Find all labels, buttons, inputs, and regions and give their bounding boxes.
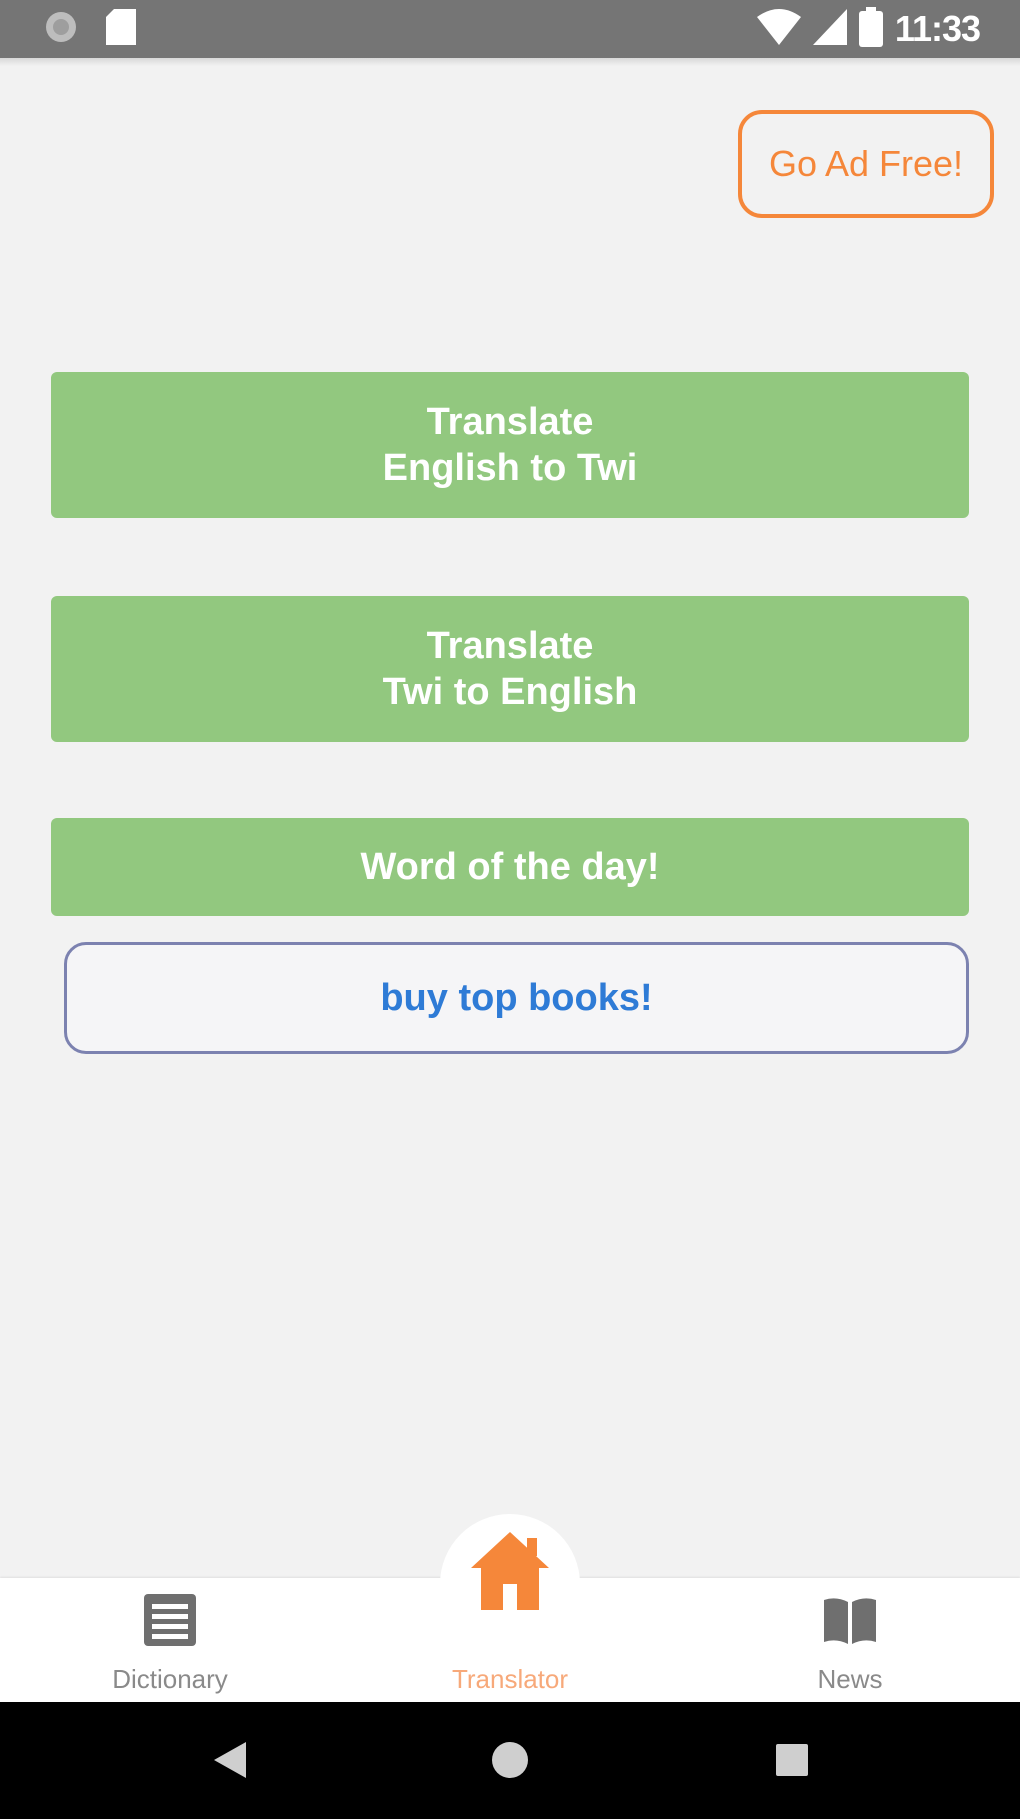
book-icon <box>820 1590 880 1650</box>
status-left-icons <box>44 8 136 50</box>
nav-label-dictionary: Dictionary <box>112 1664 228 1694</box>
nav-label-news: News <box>817 1664 883 1694</box>
wifi-icon <box>756 8 801 50</box>
status-bar-shadow <box>0 58 1020 66</box>
button-line-2: English to Twi <box>382 447 638 489</box>
nav-item-news[interactable]: News <box>750 1578 950 1702</box>
nav-label-translator: Translator <box>451 1664 569 1694</box>
circle-notification-icon <box>44 10 78 49</box>
home-icon <box>465 1526 555 1616</box>
status-right-icons: 11:33 <box>756 6 981 52</box>
translate-english-to-twi-button[interactable]: Translate English to Twi <box>51 372 969 518</box>
go-ad-free-button[interactable]: Go Ad Free! <box>738 110 994 218</box>
button-line-1: Translate <box>426 401 594 443</box>
buy-top-books-button[interactable]: buy top books! <box>64 942 969 1054</box>
nav-item-dictionary[interactable]: Dictionary <box>70 1578 270 1702</box>
list-icon <box>140 1590 200 1650</box>
nav-item-translator[interactable]: Translator <box>410 1532 610 1702</box>
signal-icon <box>812 8 847 50</box>
status-bar: 11:33 <box>0 0 1020 58</box>
home-circle-icon[interactable] <box>488 1738 532 1782</box>
word-of-the-day-button[interactable]: Word of the day! <box>51 818 969 916</box>
battery-icon <box>858 6 883 52</box>
button-line-1: Translate <box>426 625 594 667</box>
recent-apps-icon[interactable] <box>770 1738 814 1782</box>
sd-card-icon <box>106 8 136 50</box>
status-time: 11:33 <box>894 8 981 49</box>
translate-twi-to-english-button[interactable]: Translate Twi to English <box>51 596 969 742</box>
back-icon[interactable] <box>208 1738 252 1782</box>
button-line-2: Twi to English <box>382 671 638 713</box>
system-navigation-bar <box>0 1702 1020 1819</box>
